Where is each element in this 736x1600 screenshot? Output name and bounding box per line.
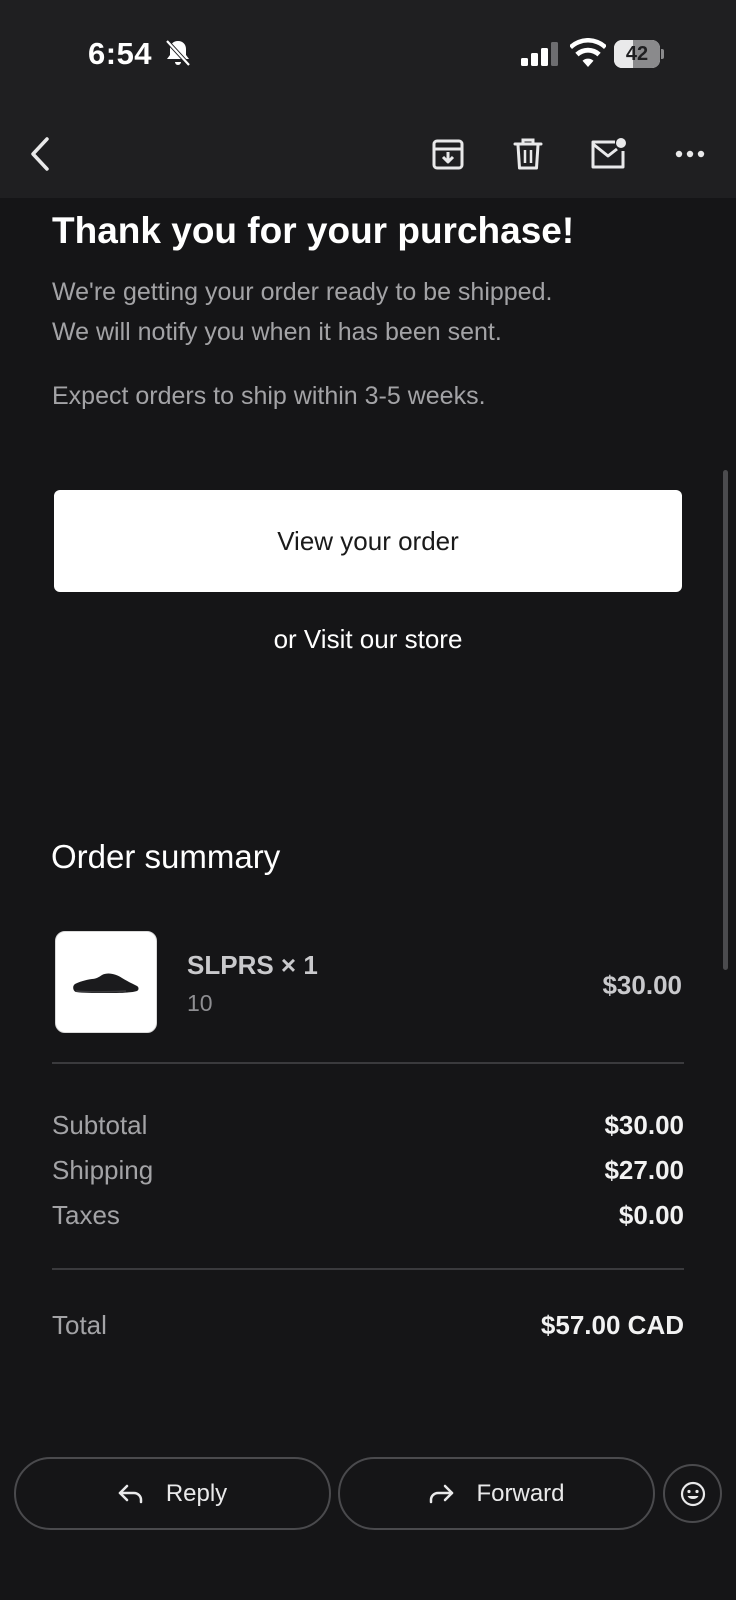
visit-store-prefix: or [273,624,304,654]
divider [52,1268,684,1270]
wifi-icon [570,38,606,67]
shipping-label: Shipping [52,1155,154,1185]
archive-button[interactable] [424,130,472,178]
scrollbar[interactable] [723,470,728,970]
shipping-message-line-1: We're getting your order ready to be shi… [52,278,553,306]
view-order-button[interactable]: View your order [54,490,682,592]
shipping-value: $27.00 [604,1155,684,1185]
shipping-estimate: Expect orders to ship within 3-5 weeks. [52,382,486,410]
reply-label: Reply [165,1479,228,1507]
divider [52,1062,684,1064]
visit-store-link[interactable]: Visit our store [304,624,462,654]
status-time: 6:54 [88,36,153,71]
total-label: Total [52,1310,107,1340]
battery-level: 42 [625,43,649,65]
bell-slash-icon [165,39,191,67]
taxes-label: Taxes [52,1200,120,1230]
chevron-left-icon [31,137,49,171]
visit-store-line: or Visit our store [0,624,736,655]
forward-button[interactable]: Forward [338,1457,655,1530]
product-thumbnail [55,931,157,1033]
subtotal-value: $30.00 [604,1110,684,1140]
more-button[interactable] [666,130,714,178]
delete-button[interactable] [504,130,552,178]
item-name: SLPRS × 1 [187,950,318,980]
taxes-value: $0.00 [618,1200,684,1230]
forward-icon [430,1484,454,1503]
status-bar: 6:54 42 [0,0,736,110]
archive-icon [432,139,464,170]
reply-icon [118,1484,143,1503]
mail-unread-icon [591,138,626,169]
email-heading: Thank you for your purchase! [52,210,575,251]
mark-unread-button[interactable] [584,130,632,178]
email-toolbar [0,110,736,198]
total-value: $57.00 CAD [540,1310,684,1340]
emoji-reaction-button[interactable] [663,1464,722,1523]
smiley-icon [680,1481,705,1506]
back-button[interactable] [16,130,64,178]
shoe-icon [73,973,139,993]
order-summary-title: Order summary [51,838,281,875]
item-price: $30.00 [602,970,682,1000]
more-icon [675,150,705,158]
cellular-signal-icon [521,42,558,66]
reply-button[interactable]: Reply [14,1457,331,1530]
email-screen: 6:54 42 Thank you for your purchase! We'… [0,0,736,1600]
shipping-message-line-2: We will notify you when it has been sent… [52,318,502,346]
subtotal-label: Subtotal [52,1110,148,1140]
battery-icon: 42 [614,40,664,68]
forward-label: Forward [476,1479,565,1507]
item-variant: 10 [187,990,213,1016]
trash-icon [513,138,543,170]
